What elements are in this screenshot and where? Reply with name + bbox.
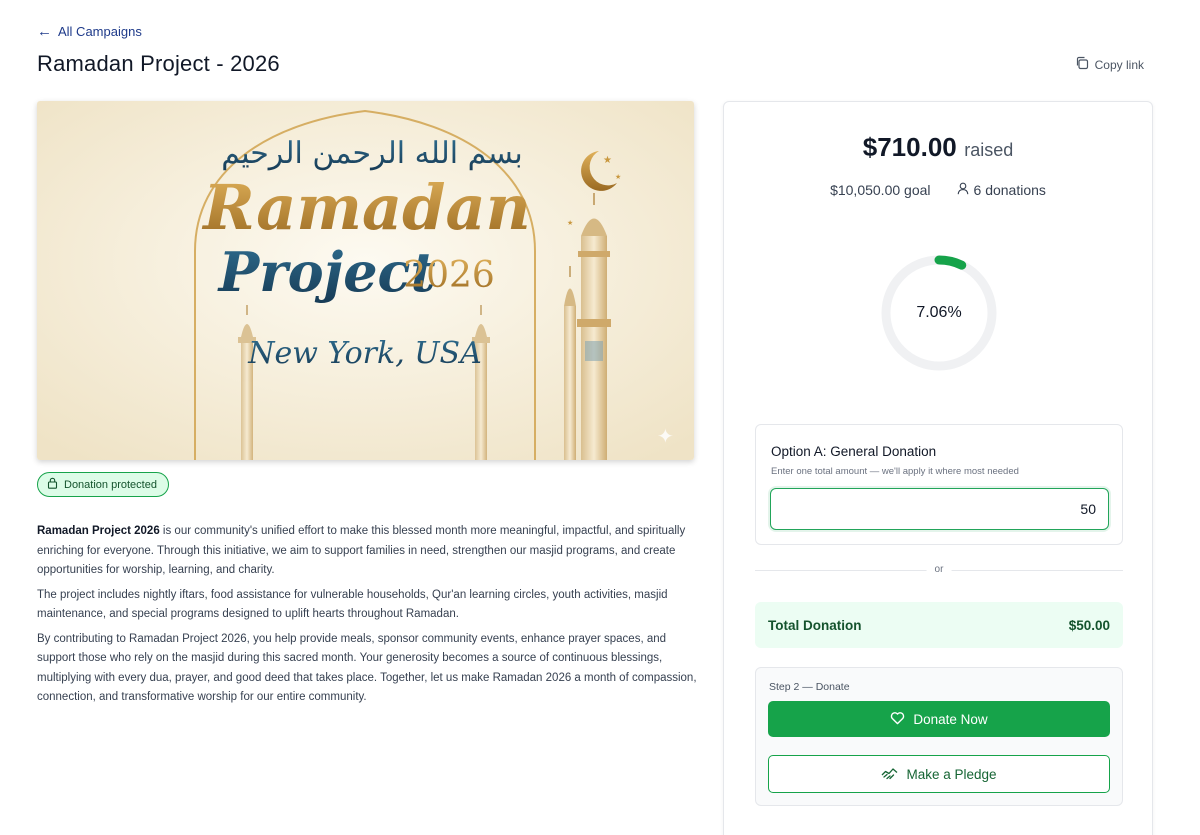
option-a-title: Option A: General Donation (771, 444, 937, 459)
copy-icon (1075, 56, 1089, 73)
option-a-subtitle: Enter one total amount — we'll apply it … (771, 466, 1019, 477)
svg-text:★: ★ (567, 219, 573, 227)
copy-link-label: Copy link (1094, 57, 1144, 72)
svg-text:★: ★ (603, 155, 612, 166)
or-label: or (926, 562, 952, 578)
back-to-campaigns-link[interactable]: ← All Campaigns (37, 24, 142, 39)
campaign-page: ← All Campaigns Ramadan Project - 2026 C… (0, 0, 1200, 835)
donations-count: 6 donations (957, 182, 1046, 198)
campaign-meta: $10,050.00 goal 6 donations (724, 182, 1152, 198)
description-lead: Ramadan Project 2026 (37, 525, 160, 537)
banner-arabic-text: بسم الله الرحمن الرحيم (221, 136, 523, 171)
progress-percent: 7.06% (916, 304, 962, 321)
step-2-label: Step 2 — Donate (769, 681, 850, 693)
total-amount: $50.00 (1068, 617, 1110, 633)
badge-label: Donation protected (64, 478, 157, 491)
description-paragraph-3: By contributing to Ramadan Project 2026,… (37, 632, 697, 704)
svg-text:★: ★ (615, 173, 621, 181)
description-paragraph-2: The project includes nightly iftars, foo… (37, 588, 668, 621)
campaign-description: Ramadan Project 2026 is our community's … (37, 522, 697, 713)
donation-protected-badge: Donation protected (37, 472, 169, 497)
raised-amount: $710.00 (862, 132, 957, 162)
banner-year: 2026 (403, 255, 495, 296)
page-title: Ramadan Project - 2026 (37, 51, 280, 76)
copy-link-button[interactable]: Copy link (1075, 56, 1144, 73)
arrow-left-icon: ← (37, 23, 52, 40)
heart-icon (890, 711, 905, 728)
total-donation-row: Total Donation $50.00 (755, 602, 1123, 648)
donation-panel: $710.00 raised $10,050.00 goal 6 donatio… (723, 101, 1153, 835)
campaign-banner-image: ★ ★ ★ ✦ بسم الله الرحمن الرحيم Ramadan P… (37, 101, 694, 460)
donation-amount-input[interactable] (770, 488, 1109, 530)
total-label: Total Donation (768, 617, 862, 633)
svg-text:✦: ✦ (657, 424, 674, 448)
banner-location: New York, USA (247, 336, 482, 371)
banner-title-line1: Ramadan (201, 171, 531, 244)
raised-suffix: raised (964, 140, 1014, 160)
goal-text: $10,050.00 goal (830, 182, 931, 198)
donate-now-button[interactable]: Donate Now (768, 701, 1110, 737)
make-pledge-label: Make a Pledge (906, 766, 997, 782)
donations-label: 6 donations (973, 182, 1046, 198)
donate-now-label: Donate Now (913, 711, 988, 727)
back-link-label: All Campaigns (58, 24, 142, 39)
raised-summary: $710.00 raised (724, 132, 1152, 163)
make-pledge-button[interactable]: Make a Pledge (768, 755, 1110, 793)
lock-icon (47, 477, 58, 492)
general-donation-option: Option A: General Donation Enter one tot… (755, 424, 1123, 545)
or-divider: or (755, 562, 1123, 578)
donate-step-card: Step 2 — Donate Donate Now Make a Pledge (755, 667, 1123, 806)
user-icon (957, 182, 969, 198)
handshake-icon (881, 766, 898, 783)
description-paragraph-1: Ramadan Project 2026 is our community's … (37, 522, 697, 581)
